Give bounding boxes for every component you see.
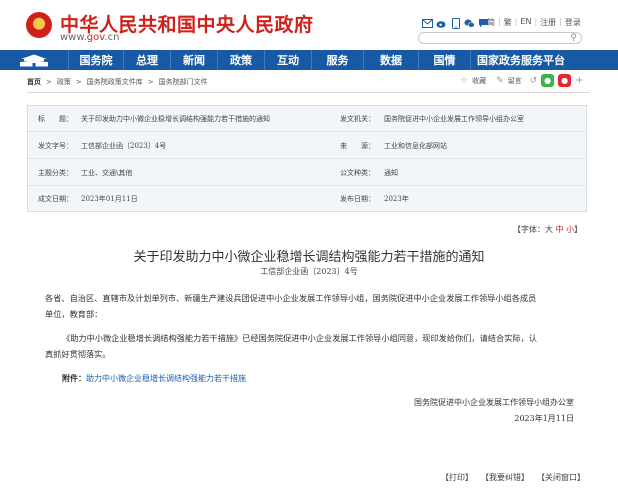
breadcrumb-separator: > bbox=[75, 78, 82, 86]
wechat-share-icon[interactable]: ● bbox=[541, 74, 555, 87]
nav-hudong[interactable]: 互动 bbox=[264, 50, 311, 70]
separator: | bbox=[534, 17, 538, 26]
info-value: 通知 bbox=[384, 169, 398, 177]
nav-guowuyuan[interactable]: 国务院 bbox=[68, 50, 123, 70]
nav-fuwu[interactable]: 服务 bbox=[311, 50, 363, 70]
search-input[interactable]: ⚲ bbox=[418, 32, 582, 44]
attachment-label: 附件： bbox=[62, 373, 86, 383]
mail-icon[interactable] bbox=[422, 18, 433, 29]
separator: | bbox=[514, 17, 518, 26]
info-value: 2023年01月11日 bbox=[81, 195, 138, 203]
english-link[interactable]: EN bbox=[520, 17, 531, 28]
main-nav: 国务院 总理 新闻 政策 互动 服务 数据 国情 国家政务服务平台 bbox=[0, 50, 618, 70]
weibo-share-icon[interactable]: ● bbox=[558, 74, 572, 87]
info-label: 来 源： bbox=[340, 142, 375, 150]
share-icon[interactable]: ↺ bbox=[530, 76, 538, 86]
divider bbox=[27, 92, 590, 93]
article-paragraph: 《助力中小微企业稳增长调结构强能力若干措施》已经国务院促进中小企业发展工作领导小… bbox=[62, 333, 537, 343]
register-link[interactable]: 注册 bbox=[540, 17, 556, 28]
breadcrumb-dept-docs[interactable]: 国务院部门文件 bbox=[159, 77, 208, 87]
national-emblem-icon[interactable] bbox=[26, 12, 52, 38]
article-doc-number: 工信部企业函〔2023〕4号 bbox=[260, 267, 358, 276]
info-label: 主题分类： bbox=[38, 169, 73, 177]
info-value: 工业和信息化部网站 bbox=[384, 142, 447, 150]
separator: | bbox=[559, 17, 562, 26]
article-actions: 【打印】 【我要纠错】 【关闭窗口】 bbox=[441, 472, 585, 483]
info-value: 工业、交通\其他 bbox=[81, 169, 133, 177]
signature-org: 国务院促进中小企业发展工作领导小组办公室 bbox=[414, 398, 574, 407]
separator: | bbox=[498, 17, 501, 26]
close-window-button[interactable]: 【关闭窗口】 bbox=[537, 472, 585, 483]
breadcrumb: 首页 > 政策 > 国务院政策文件库 > 国务院部门文件 bbox=[27, 77, 208, 87]
info-value: 2023年 bbox=[384, 195, 409, 203]
font-small-button[interactable]: 小 bbox=[566, 225, 574, 234]
site-header: 中华人民共和国中央人民政府 www.gov.cn 简 | 繁 | EN | 注册 | 登… bbox=[0, 0, 618, 50]
nav-gov-service-platform[interactable]: 国家政务服务平台 bbox=[470, 50, 571, 70]
font-large-button[interactable]: 大 bbox=[545, 225, 553, 234]
article-paragraph: 真抓好贯彻落实。 bbox=[45, 349, 111, 359]
favorite-link[interactable]: 收藏 bbox=[472, 76, 486, 86]
simplified-link[interactable]: 简 bbox=[487, 17, 495, 28]
info-value: 国务院促进中小企业发展工作领导小组办公室 bbox=[384, 115, 524, 123]
nav-xinwen[interactable]: 新闻 bbox=[170, 50, 217, 70]
traditional-link[interactable]: 繁 bbox=[504, 17, 512, 28]
attachment: 附件：助力中小微企业稳增长调结构强能力若干措施 bbox=[62, 373, 246, 384]
attachment-link[interactable]: 助力中小微企业稳增长调结构强能力若干措施 bbox=[86, 374, 246, 383]
mobile-icon[interactable] bbox=[450, 17, 461, 29]
info-label: 成文日期： bbox=[38, 195, 73, 203]
report-error-button[interactable]: 【我要纠错】 bbox=[481, 472, 529, 483]
weibo-icon[interactable] bbox=[436, 18, 447, 29]
breadcrumb-policy[interactable]: 政策 bbox=[57, 77, 71, 87]
font-medium-button[interactable]: 中 bbox=[556, 225, 564, 234]
share-tools bbox=[422, 16, 489, 30]
star-icon[interactable]: ☆ bbox=[460, 76, 468, 86]
search-icon[interactable]: ⚲ bbox=[570, 33, 577, 44]
font-size-switcher: 【字体：大 中 小】 bbox=[513, 225, 583, 234]
tiananmen-icon[interactable] bbox=[0, 50, 68, 70]
nav-zongli[interactable]: 总理 bbox=[123, 50, 170, 70]
article-title: 关于印发助力中小微企业稳增长调结构强能力若干措施的通知 bbox=[133, 250, 485, 265]
print-button[interactable]: 【打印】 bbox=[441, 472, 473, 483]
share-bar: ☆ 收藏 ✎ 留言 ↺ ● ● + bbox=[460, 74, 584, 87]
signature-date: 2023年1月11日 bbox=[514, 414, 574, 423]
comment-icon[interactable]: ✎ bbox=[496, 76, 504, 86]
breadcrumb-home[interactable]: 首页 bbox=[27, 77, 41, 87]
info-value: 关于印发助力中小微企业稳增长调结构强能力若干措施的通知 bbox=[81, 115, 270, 123]
info-row: 主题分类： 工业、交通\其他 公文种类： 通知 bbox=[28, 160, 586, 186]
breadcrumb-separator: > bbox=[147, 78, 154, 86]
nav-shuju[interactable]: 数据 bbox=[363, 50, 418, 70]
info-label: 发布日期： bbox=[340, 195, 375, 203]
wechat-icon[interactable] bbox=[464, 18, 475, 29]
nav-zhengce[interactable]: 政策 bbox=[217, 50, 264, 70]
site-url: www.gov.cn bbox=[60, 32, 120, 43]
more-icon[interactable]: + bbox=[575, 75, 583, 86]
info-label: 发文字号： bbox=[38, 142, 73, 150]
document-info-table: 标 题： 关于印发助力中小微企业稳增长调结构强能力若干措施的通知 发文机关： 国… bbox=[27, 105, 587, 212]
breadcrumb-separator: > bbox=[46, 78, 52, 86]
article-paragraph: 各省、自治区、直辖市及计划单列市、新疆生产建设兵团促进中小企业发展工作领导小组，… bbox=[45, 293, 537, 303]
info-label: 标 题： bbox=[38, 115, 73, 123]
breadcrumb-policy-library[interactable]: 国务院政策文件库 bbox=[87, 77, 143, 87]
info-row: 成文日期： 2023年01月11日 发布日期： 2023年 bbox=[28, 186, 586, 212]
nav-guoqing[interactable]: 国情 bbox=[418, 50, 470, 70]
info-row: 标 题： 关于印发助力中小微企业稳增长调结构强能力若干措施的通知 发文机关： 国… bbox=[28, 106, 586, 132]
info-row: 发文字号： 工信部企业函〔2023〕4号 来 源： 工业和信息化部网站 bbox=[28, 133, 586, 159]
login-link[interactable]: 登录 bbox=[565, 17, 581, 28]
comment-link[interactable]: 留言 bbox=[508, 76, 522, 86]
info-label: 发文机关： bbox=[340, 115, 375, 123]
info-label: 公文种类： bbox=[340, 169, 375, 177]
header-links: 简 | 繁 | EN | 注册 | 登录 bbox=[487, 17, 581, 28]
info-value: 工信部企业函〔2023〕4号 bbox=[81, 142, 167, 150]
article-paragraph: 单位，教育部： bbox=[45, 309, 103, 319]
